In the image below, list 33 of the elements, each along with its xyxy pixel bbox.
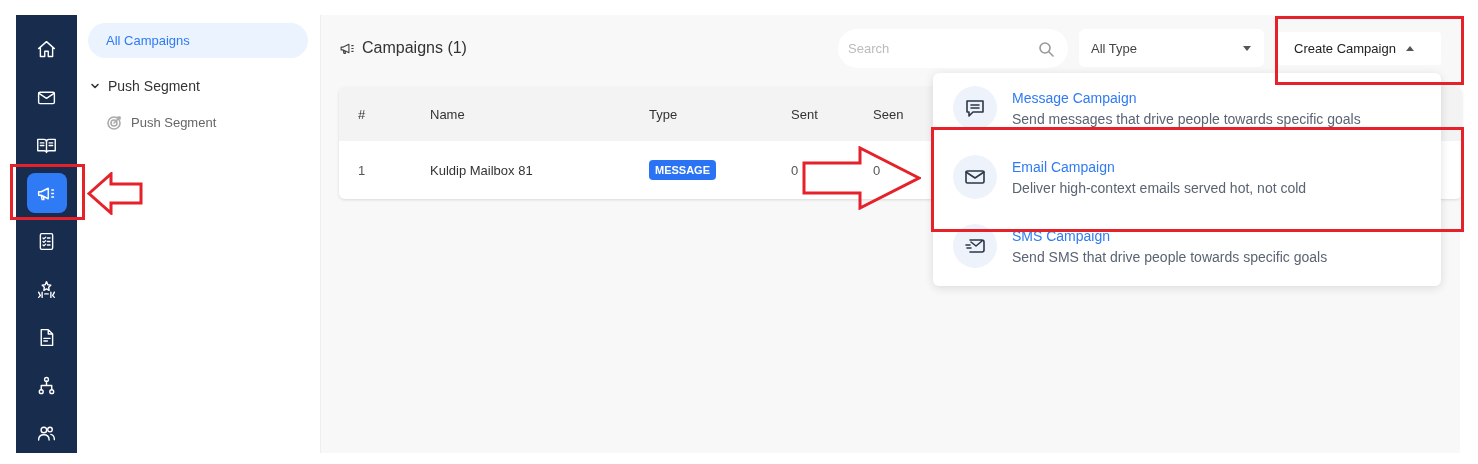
menu-item-title: Email Campaign [1012, 158, 1116, 175]
type-badge: MESSAGE [649, 160, 716, 180]
table-cell: 0 [873, 162, 881, 178]
create-campaign-button[interactable]: Create Campaign [1277, 31, 1441, 65]
search-icon [1038, 40, 1054, 57]
hierarchy-icon [36, 374, 57, 396]
menu-item-title: Message Campaign [1012, 89, 1138, 106]
menu-item[interactable]: Email Campaign Deliver high-context emails served hot, not cold [933, 142, 1441, 212]
menu-item-description: Send messages that drive people towards specific goals [1012, 110, 1361, 127]
menu-item-description: Deliver high-context emails served hot, not cold [1012, 179, 1307, 196]
menu-item-description: Send SMS that drive people towards specific goals [1012, 248, 1328, 265]
stars-icon [36, 278, 57, 300]
nav-button[interactable] [26, 173, 67, 213]
page-title: Campaigns (1) [362, 39, 467, 57]
group-label[interactable]: Push Segment [108, 78, 200, 94]
column-header: Sent [791, 106, 818, 122]
menu-item[interactable]: Message Campaign Send messages that drive people towards specific goals [933, 73, 1441, 143]
sidebar-item[interactable]: All Campaigns [88, 23, 308, 58]
sidebar-item[interactable]: Push Segment [88, 102, 308, 142]
column-header: Type [649, 106, 678, 122]
target-icon [106, 114, 122, 130]
search-field[interactable]: Search [838, 28, 1068, 68]
column-header: # [358, 106, 366, 122]
column-header: Seen [873, 106, 904, 122]
caret-icon [1405, 45, 1414, 51]
caret-icon [1243, 45, 1251, 51]
type-dropdown[interactable]: All Type [1079, 29, 1264, 67]
column-header: Name [430, 106, 465, 122]
callout-arrow [86, 172, 143, 215]
table-cell: 1 [358, 162, 366, 178]
table-cell: Kuldip Mailbox 81 [430, 162, 533, 178]
house-icon [36, 38, 57, 60]
table-cell: 0 [791, 162, 799, 178]
